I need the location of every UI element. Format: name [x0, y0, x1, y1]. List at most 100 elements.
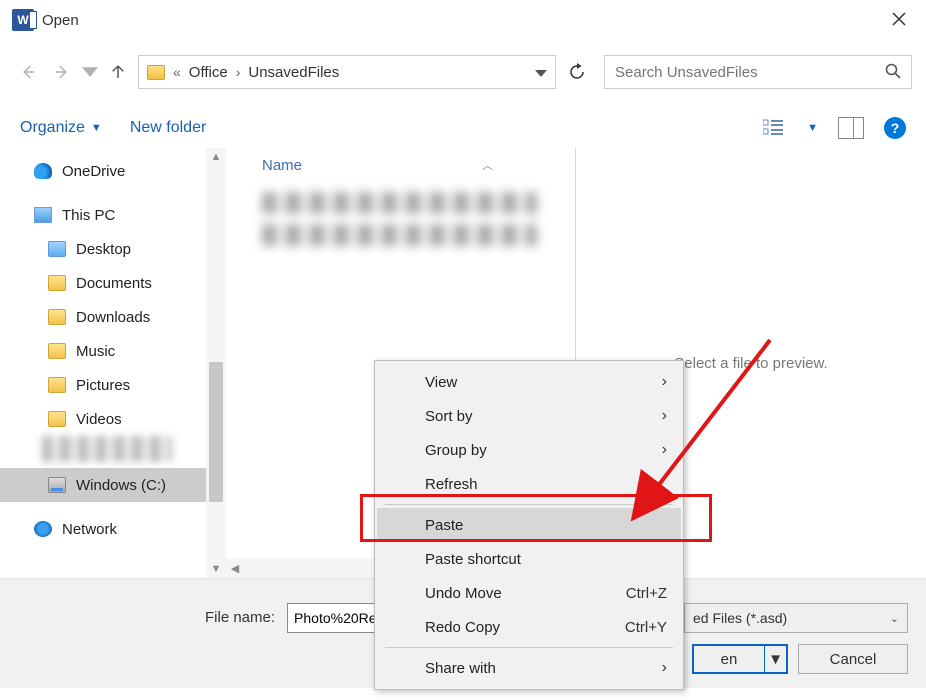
view-options-button[interactable] — [761, 117, 787, 139]
tree-network[interactable]: Network — [0, 512, 206, 546]
file-list[interactable] — [226, 182, 575, 256]
cm-undo-label: Undo Move — [425, 585, 502, 602]
tree-desktop[interactable]: Desktop — [0, 232, 206, 266]
filename-label: File name: — [205, 603, 275, 633]
network-label: Network — [62, 521, 117, 538]
preview-pane-button[interactable] — [838, 117, 864, 139]
cm-paste-label: Paste — [425, 517, 463, 534]
recent-dropdown[interactable] — [82, 58, 98, 86]
cancel-button[interactable]: Cancel — [798, 644, 908, 674]
onedrive-label: OneDrive — [62, 163, 125, 180]
pictures-icon — [48, 377, 66, 393]
videos-label: Videos — [76, 411, 122, 428]
organize-label: Organize — [20, 119, 85, 137]
cm-share-with[interactable]: Share with › — [377, 651, 681, 685]
sort-arrow-icon[interactable]: ︿ — [482, 157, 493, 173]
submenu-arrow-icon: › — [662, 407, 667, 425]
titlebar: W Open — [0, 0, 926, 40]
hscroll-left-icon[interactable]: ◀ — [226, 562, 244, 575]
cm-groupby[interactable]: Group by › — [377, 433, 681, 467]
pc-icon — [34, 207, 52, 223]
tree-blurred-item[interactable] — [42, 436, 172, 462]
file-row-blurred[interactable] — [262, 224, 537, 246]
tree-scrollbar[interactable]: ▲ ▼ — [206, 148, 226, 578]
cm-undo-move[interactable]: Undo Move Ctrl+Z — [377, 576, 681, 610]
close-button[interactable] — [884, 6, 914, 35]
toolbar: Organize ▼ New folder ▼ ? — [0, 108, 926, 148]
tree-cdrive[interactable]: Windows (C:) — [0, 468, 206, 502]
search-icon[interactable] — [885, 63, 901, 82]
cm-paste-shortcut-label: Paste shortcut — [425, 551, 521, 568]
cancel-label: Cancel — [830, 651, 877, 668]
network-icon — [34, 521, 52, 537]
scroll-thumb[interactable] — [209, 362, 223, 502]
cm-refresh-label: Refresh — [425, 476, 478, 493]
column-name[interactable]: Name — [262, 157, 302, 174]
chevron-down-icon: ⌄ — [890, 612, 899, 625]
tree-downloads[interactable]: Downloads — [0, 300, 206, 334]
column-header-row: Name ︿ — [226, 148, 575, 182]
desktop-label: Desktop — [76, 241, 131, 258]
folder-icon — [147, 65, 165, 80]
tree-pictures[interactable]: Pictures — [0, 368, 206, 402]
filetype-combo[interactable]: ed Files (*.asd) ⌄ — [684, 603, 908, 633]
onedrive-icon — [34, 163, 52, 179]
breadcrumb-unsaved[interactable]: UnsavedFiles — [248, 64, 339, 81]
organize-menu[interactable]: Organize ▼ — [20, 119, 102, 137]
music-icon — [48, 343, 66, 359]
new-folder-button[interactable]: New folder — [130, 119, 206, 137]
tree-this-pc[interactable]: This PC — [0, 198, 206, 232]
submenu-arrow-icon: › — [662, 659, 667, 677]
tree-documents[interactable]: Documents — [0, 266, 206, 300]
nav-row: « Office › UnsavedFiles — [0, 50, 926, 94]
submenu-arrow-icon: › — [662, 441, 667, 459]
open-button[interactable]: en ▼ — [692, 644, 788, 674]
breadcrumb-office[interactable]: Office — [189, 64, 228, 81]
cm-sortby-label: Sort by — [425, 408, 473, 425]
cm-separator — [385, 504, 673, 505]
breadcrumb-arrow-icon: › — [236, 64, 241, 80]
scroll-down-icon[interactable]: ▼ — [206, 560, 226, 578]
breadcrumb-sep: « — [173, 64, 181, 80]
cm-refresh[interactable]: Refresh — [377, 467, 681, 501]
tree-videos[interactable]: Videos — [0, 402, 206, 436]
cm-paste[interactable]: Paste — [377, 508, 681, 542]
up-button[interactable] — [104, 58, 132, 86]
forward-button[interactable] — [48, 58, 76, 86]
address-dropdown-icon[interactable] — [535, 64, 547, 80]
desktop-icon — [48, 241, 66, 257]
cm-redo-copy[interactable]: Redo Copy Ctrl+Y — [377, 610, 681, 644]
refresh-button[interactable] — [562, 55, 592, 89]
cdrive-label: Windows (C:) — [76, 477, 166, 494]
drive-icon — [48, 477, 66, 493]
thispc-label: This PC — [62, 207, 115, 224]
back-button[interactable] — [14, 58, 42, 86]
search-box[interactable] — [604, 55, 912, 89]
cm-redo-shortcut: Ctrl+Y — [625, 619, 667, 636]
tree-onedrive[interactable]: OneDrive — [0, 154, 206, 188]
new-folder-label: New folder — [130, 119, 206, 137]
cm-view[interactable]: View› — [377, 365, 681, 399]
nav-tree: OneDrive This PC Desktop Documents Downl… — [0, 148, 206, 578]
word-icon: W — [12, 9, 34, 31]
file-row-blurred[interactable] — [262, 192, 537, 214]
search-input[interactable] — [615, 64, 885, 81]
cm-redo-label: Redo Copy — [425, 619, 500, 636]
cm-undo-shortcut: Ctrl+Z — [626, 585, 667, 602]
open-split-dropdown[interactable]: ▼ — [764, 646, 786, 672]
documents-icon — [48, 275, 66, 291]
downloads-label: Downloads — [76, 309, 150, 326]
cm-sortby[interactable]: Sort by › — [377, 399, 681, 433]
music-label: Music — [76, 343, 115, 360]
view-caret-icon[interactable]: ▼ — [807, 122, 818, 134]
preview-hint: Select a file to preview. — [674, 355, 827, 372]
help-button[interactable]: ? — [884, 117, 906, 139]
address-bar[interactable]: « Office › UnsavedFiles — [138, 55, 556, 89]
cm-groupby-label: Group by — [425, 442, 487, 459]
cm-view-label: View — [425, 374, 457, 391]
cm-paste-shortcut[interactable]: Paste shortcut — [377, 542, 681, 576]
tree-music[interactable]: Music — [0, 334, 206, 368]
cm-share-label: Share with — [425, 660, 496, 677]
documents-label: Documents — [76, 275, 152, 292]
scroll-up-icon[interactable]: ▲ — [206, 148, 226, 166]
